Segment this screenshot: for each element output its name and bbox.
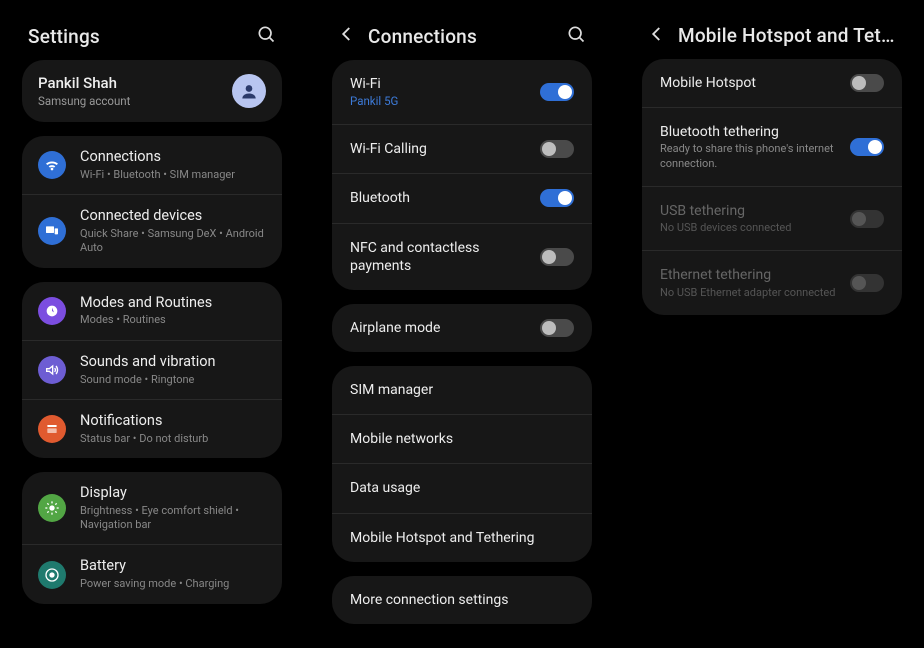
row-title: Airplane mode: [350, 319, 526, 337]
toggle-airplane-mode[interactable]: [540, 319, 574, 337]
row-title: Display: [80, 484, 266, 503]
row-sub: Pankil 5G: [350, 94, 526, 109]
header: Mobile Hotspot and Tether...: [632, 10, 912, 59]
row-title: Wi-Fi Calling: [350, 140, 526, 158]
settings-group: ConnectionsWi-Fi • Bluetooth • SIM manag…: [22, 136, 282, 268]
page-title: Settings: [28, 25, 244, 48]
row-title: Data usage: [350, 479, 574, 497]
notif-icon: [38, 415, 66, 443]
settings-row-more-connection-settings[interactable]: More connection settings: [332, 576, 592, 624]
row-title: Mobile Hotspot: [660, 74, 836, 92]
settings-group: Modes and RoutinesModes • RoutinesSounds…: [22, 282, 282, 458]
row-title: Mobile networks: [350, 430, 574, 448]
settings-row-mobile-hotspot[interactable]: Mobile Hotspot: [642, 59, 902, 107]
row-sub: Status bar • Do not disturb: [80, 432, 266, 446]
settings-row-bluetooth[interactable]: Bluetooth: [332, 173, 592, 222]
settings-row-ethernet-tethering: Ethernet tethering No USB Ethernet adapte…: [642, 250, 902, 314]
page-title: Mobile Hotspot and Tether...: [678, 24, 896, 47]
toggle-usb-tethering: [850, 210, 884, 228]
toggle-bluetooth[interactable]: [540, 189, 574, 207]
row-title: Mobile Hotspot and Tethering: [350, 529, 574, 547]
settings-row-modes-and-routines[interactable]: Modes and RoutinesModes • Routines: [22, 282, 282, 340]
settings-row-connected-devices[interactable]: Connected devicesQuick Share • Samsung D…: [22, 194, 282, 267]
row-title: Sounds and vibration: [80, 353, 266, 372]
row-sub: Power saving mode • Charging: [80, 577, 266, 591]
settings-row-notifications[interactable]: NotificationsStatus bar • Do not disturb: [22, 399, 282, 458]
settings-row-usb-tethering: USB tetheringNo USB devices connected: [642, 186, 902, 250]
row-title: Ethernet tethering: [660, 266, 836, 284]
row-title: Bluetooth tethering: [660, 123, 836, 141]
row-sub: Quick Share • Samsung DeX • Android Auto: [80, 227, 266, 256]
settings-row-wi-fi[interactable]: Wi-FiPankil 5G: [332, 60, 592, 124]
wifi-icon: [38, 151, 66, 179]
row-sub: Ready to share this phone's internet con…: [660, 142, 836, 171]
settings-group: SIM manager Mobile networks Data usage Mobi…: [332, 366, 592, 562]
devices-icon: [38, 217, 66, 245]
toggle-nfc-and-contactless-payments[interactable]: [540, 248, 574, 266]
search-icon[interactable]: [256, 24, 276, 48]
settings-group: More connection settings: [332, 576, 592, 624]
settings-group: Airplane mode: [332, 304, 592, 352]
page-title: Connections: [368, 25, 554, 48]
row-title: NFC and contactless payments: [350, 239, 526, 275]
settings-row-mobile-hotspot-and-tethering[interactable]: Mobile Hotspot and Tethering: [332, 513, 592, 562]
row-title: SIM manager: [350, 381, 574, 399]
settings-group: Mobile Hotspot Bluetooth tetheringReady t…: [642, 59, 902, 315]
row-title: Wi-Fi: [350, 75, 526, 93]
hotspot-screen: Mobile Hotspot and Tether... Mobile Hots…: [632, 10, 912, 329]
row-title: Battery: [80, 557, 266, 576]
row-title: Modes and Routines: [80, 294, 266, 313]
row-title: Connections: [80, 148, 266, 167]
settings-row-data-usage[interactable]: Data usage: [332, 463, 592, 512]
settings-row-wi-fi-calling[interactable]: Wi-Fi Calling: [332, 124, 592, 173]
settings-row-mobile-networks[interactable]: Mobile networks: [332, 414, 592, 463]
row-sub: No USB devices connected: [660, 221, 836, 235]
settings-row-battery[interactable]: BatteryPower saving mode • Charging: [22, 544, 282, 603]
settings-row-connections[interactable]: ConnectionsWi-Fi • Bluetooth • SIM manag…: [22, 136, 282, 194]
row-title: Notifications: [80, 412, 266, 431]
display-icon: [38, 494, 66, 522]
settings-row-sim-manager[interactable]: SIM manager: [332, 366, 592, 414]
row-title: Bluetooth: [350, 189, 526, 207]
row-sub: Modes • Routines: [80, 313, 266, 327]
routines-icon: [38, 297, 66, 325]
settings-row-sounds-and-vibration[interactable]: Sounds and vibrationSound mode • Rington…: [22, 340, 282, 399]
settings-row-airplane-mode[interactable]: Airplane mode: [332, 304, 592, 352]
search-icon[interactable]: [566, 24, 586, 48]
toggle-wi-fi[interactable]: [540, 83, 574, 101]
connections-screen: Connections Wi-FiPankil 5G Wi-Fi Calling B…: [322, 10, 602, 638]
account-card[interactable]: Pankil Shah Samsung account: [22, 60, 282, 122]
battery-icon: [38, 561, 66, 589]
settings-group: Wi-FiPankil 5G Wi-Fi Calling Bluetooth NFC …: [332, 60, 592, 290]
header: Settings: [12, 10, 292, 60]
toggle-ethernet-tethering: [850, 274, 884, 292]
settings-row-display[interactable]: DisplayBrightness • Eye comfort shield •…: [22, 472, 282, 544]
avatar-icon: [232, 74, 266, 108]
back-icon[interactable]: [648, 25, 666, 47]
row-sub: Sound mode • Ringtone: [80, 373, 266, 387]
row-title: More connection settings: [350, 591, 574, 609]
account-name: Pankil Shah: [38, 74, 232, 92]
settings-row-nfc-and-contactless-payments[interactable]: NFC and contactless payments: [332, 223, 592, 290]
row-sub: Brightness • Eye comfort shield • Naviga…: [80, 504, 266, 533]
settings-row-bluetooth-tethering[interactable]: Bluetooth tetheringReady to share this p…: [642, 107, 902, 186]
toggle-mobile-hotspot[interactable]: [850, 74, 884, 92]
settings-screen: Settings Pankil Shah Samsung account Con…: [12, 10, 292, 618]
back-icon[interactable]: [338, 25, 356, 47]
row-sub: Wi-Fi • Bluetooth • SIM manager: [80, 168, 266, 182]
row-sub: No USB Ethernet adapter connected: [660, 286, 836, 300]
row-title: Connected devices: [80, 207, 266, 226]
settings-group: DisplayBrightness • Eye comfort shield •…: [22, 472, 282, 604]
row-title: USB tethering: [660, 202, 836, 220]
account-sub: Samsung account: [38, 94, 232, 108]
sound-icon: [38, 356, 66, 384]
header: Connections: [322, 10, 602, 60]
toggle-bluetooth-tethering[interactable]: [850, 138, 884, 156]
toggle-wi-fi-calling[interactable]: [540, 140, 574, 158]
